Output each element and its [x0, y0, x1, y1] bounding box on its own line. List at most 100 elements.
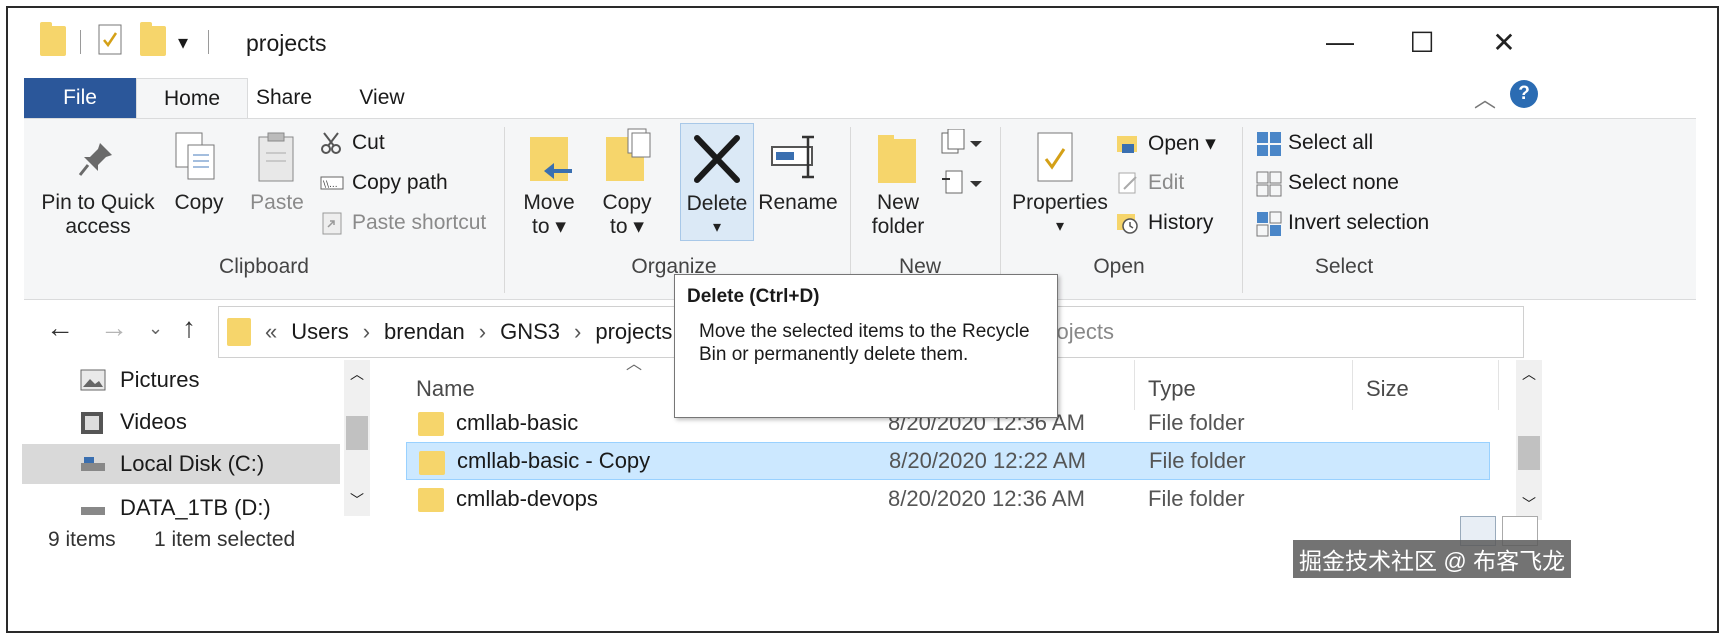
file-name: cmllab-basic - Copy	[457, 448, 651, 473]
properties-quick-icon[interactable]	[98, 24, 124, 61]
svg-text:\\...: \\...	[323, 180, 338, 190]
nav-item-local-disk-c[interactable]: Local Disk (C:)	[22, 444, 340, 484]
ribbon-tabs: File Home Share View ︿ ?	[8, 72, 1717, 118]
new-folder-button[interactable]: New folder	[858, 191, 938, 239]
copy-to-line2: to ▾	[610, 215, 644, 238]
breadcrumb-gns3[interactable]: GNS3	[500, 319, 560, 345]
open-label: Open ▾	[1148, 132, 1216, 155]
tab-view[interactable]: View	[342, 78, 422, 118]
breadcrumb-separator-icon[interactable]: ›	[363, 319, 370, 345]
watermark: 掘金技术社区 @ 布客飞龙	[1293, 540, 1572, 578]
history-label: History	[1148, 211, 1214, 234]
select-all-button[interactable]: Select all	[1256, 131, 1373, 156]
edit-icon	[1116, 171, 1140, 195]
copy-path-label: Copy path	[352, 171, 448, 194]
clipboard-group-label: Clipboard	[219, 255, 309, 278]
scroll-thumb[interactable]	[1518, 436, 1540, 470]
ribbon: Pin to Quick access Copy Paste Cut \\...…	[24, 118, 1696, 300]
back-arrow-icon[interactable]: ←	[46, 312, 74, 344]
column-header-type[interactable]: Type	[1148, 376, 1196, 402]
new-folder-quick-icon[interactable]	[140, 22, 166, 56]
nav-item-label: Videos	[120, 409, 187, 434]
forward-arrow-icon[interactable]: →	[100, 312, 128, 344]
paste-button[interactable]: Paste	[242, 191, 312, 215]
column-divider[interactable]	[1352, 360, 1353, 410]
tab-file[interactable]: File	[24, 78, 136, 118]
delete-dropdown-arrow[interactable]: ▾	[681, 216, 753, 240]
properties-icon	[1036, 131, 1076, 190]
minimize-button[interactable]: —	[1310, 22, 1370, 62]
properties-label: Properties	[1012, 191, 1108, 214]
breadcrumb-brendan[interactable]: brendan	[384, 319, 465, 345]
nav-item-videos[interactable]: Videos	[22, 402, 340, 442]
pin-label-line1: Pin to Quick	[41, 191, 155, 214]
file-type: File folder	[1148, 410, 1245, 435]
rename-button[interactable]: Rename	[758, 191, 838, 215]
copy-path-icon: \\...	[320, 171, 344, 195]
maximize-button[interactable]: ☐	[1392, 22, 1452, 62]
tab-share[interactable]: Share	[244, 78, 324, 118]
up-arrow-icon[interactable]: ↑	[182, 312, 196, 344]
collapse-ribbon-icon[interactable]: ︿	[1474, 82, 1496, 114]
select-none-icon	[1256, 171, 1282, 197]
paste-shortcut-button[interactable]: Paste shortcut	[320, 211, 486, 235]
new-item-icon[interactable]	[940, 128, 984, 162]
delete-button[interactable]: Delete ▾	[680, 123, 754, 241]
file-row[interactable]: cmllab-devops 8/20/2020 12:36 AM File fo…	[406, 480, 1490, 518]
select-group-label: Select	[1314, 255, 1374, 278]
filelist-scrollbar[interactable]: ︿ ﹀	[1516, 360, 1542, 520]
scroll-down-icon[interactable]: ﹀	[1522, 494, 1536, 514]
breadcrumb-users[interactable]: Users	[291, 319, 348, 345]
copy-button[interactable]: Copy	[164, 191, 234, 215]
breadcrumb-separator-icon[interactable]: ›	[479, 319, 486, 345]
close-button[interactable]: ✕	[1474, 22, 1534, 62]
select-all-icon	[1256, 131, 1281, 156]
file-type: File folder	[1149, 448, 1246, 473]
easy-access-icon[interactable]	[940, 169, 984, 202]
copy-path-button[interactable]: \\... Copy path	[320, 171, 448, 195]
sort-ascending-icon: ︿	[626, 356, 643, 373]
open-button[interactable]: Open ▾	[1116, 131, 1216, 156]
invert-selection-button[interactable]: Invert selection	[1256, 211, 1429, 237]
scroll-thumb[interactable]	[346, 416, 368, 450]
file-row-selected[interactable]: cmllab-basic - Copy 8/20/2020 12:22 AM F…	[406, 442, 1490, 480]
recent-locations-icon[interactable]: ⌄	[148, 318, 163, 339]
edit-button[interactable]: Edit	[1116, 171, 1184, 195]
column-divider[interactable]	[1498, 360, 1499, 410]
paste-shortcut-label: Paste shortcut	[352, 211, 487, 234]
overflow-chevron-icon[interactable]: «	[265, 319, 277, 345]
navpane-scrollbar[interactable]: ︿ ﹀	[344, 360, 370, 516]
help-icon[interactable]: ?	[1510, 80, 1538, 108]
breadcrumb-separator-icon[interactable]: ›	[574, 319, 581, 345]
group-divider	[850, 127, 851, 293]
window-title: projects	[246, 30, 327, 56]
pin-to-quick-access-button[interactable]: Pin to Quick access	[38, 191, 158, 239]
divider	[80, 30, 81, 54]
breadcrumb-projects[interactable]: projects	[595, 319, 672, 345]
copy-to-button[interactable]: Copy to ▾	[592, 191, 662, 239]
cut-button[interactable]: Cut	[320, 131, 385, 155]
column-divider[interactable]	[1134, 360, 1135, 410]
explorer-window: ▾ projects — ☐ ✕ File Home Share View ︿ …	[6, 6, 1719, 633]
rename-icon	[770, 133, 824, 186]
properties-button[interactable]: Properties ▾	[1010, 191, 1110, 239]
tab-home[interactable]: Home	[136, 78, 248, 118]
folder-icon	[419, 451, 445, 475]
scroll-up-icon[interactable]: ︿	[350, 364, 364, 384]
column-header-name[interactable]: Name	[416, 376, 475, 402]
delete-x-icon	[691, 134, 743, 189]
customize-quick-access-icon[interactable]: ▾	[178, 30, 188, 55]
column-header-size[interactable]: Size	[1366, 376, 1409, 402]
scroll-up-icon[interactable]: ︿	[1522, 364, 1536, 384]
edit-label: Edit	[1148, 171, 1185, 194]
new-folder-line2: folder	[871, 215, 925, 238]
nav-item-label: DATA_1TB (D:)	[120, 495, 271, 520]
select-none-button[interactable]: Select none	[1256, 171, 1399, 197]
history-button[interactable]: History	[1116, 211, 1213, 235]
nav-item-pictures[interactable]: Pictures	[22, 360, 340, 400]
scroll-down-icon[interactable]: ﹀	[350, 490, 364, 510]
delete-label: Delete	[686, 192, 748, 215]
nav-item-data-1tb-d[interactable]: DATA_1TB (D:)	[22, 488, 340, 528]
move-to-button[interactable]: Move to ▾	[514, 191, 584, 239]
group-divider	[504, 127, 505, 293]
